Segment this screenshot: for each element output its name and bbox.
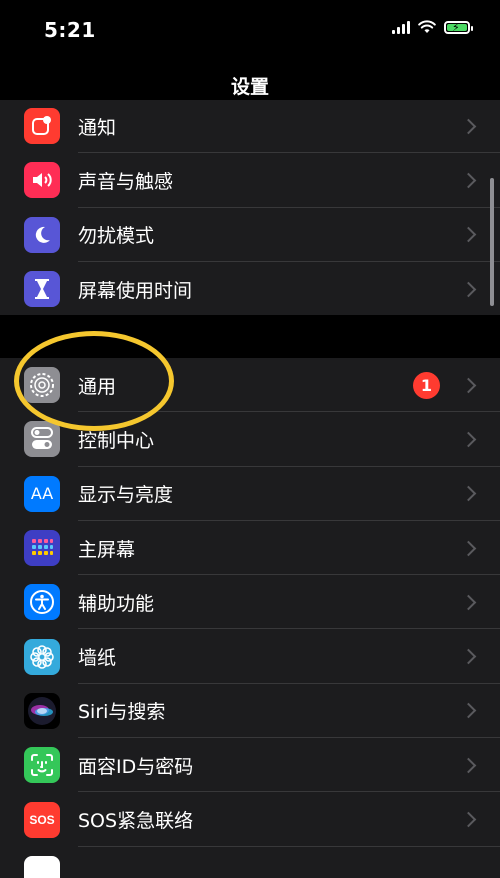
battery-icon: ⚡ [444,20,473,34]
gear-icon [24,367,60,404]
settings-group-2: 通用 1 控制中心 AA 显示与亮度 主屏幕 辅助功能 墙纸 Siri与搜索 面… [0,358,500,878]
settings-row-faceid[interactable]: 面容ID与密码 [0,738,500,793]
status-time: 5:21 [44,18,96,42]
moon-icon [24,216,60,253]
toggle-icon [24,421,60,458]
settings-label: 控制中心 [78,429,155,452]
settings-label: Siri与搜索 [78,701,166,724]
settings-row-display[interactable]: AA 显示与亮度 [0,467,500,521]
settings-row-home-screen[interactable]: 主屏幕 [0,521,500,576]
settings-row-control-center[interactable]: 控制中心 [0,412,500,467]
text-size-icon: AA [24,475,60,512]
settings-label: 声音与触感 [78,170,174,193]
app-grid-icon [24,530,60,567]
settings-group-1: 通知 声音与触感 勿扰模式 屏幕使用时间 [0,100,500,315]
chevron-right-icon [460,703,477,719]
chevron-right-icon [460,431,477,448]
accessibility-icon [24,584,60,621]
settings-row-dnd[interactable]: 勿扰模式 [0,208,500,262]
settings-row-accessibility[interactable]: 辅助功能 [0,575,500,630]
chevron-right-icon [460,281,477,297]
settings-label: 通用 [78,375,117,398]
sos-icon: SOS [24,801,60,838]
chevron-right-icon [460,118,477,134]
status-bar: 5:21 ⚡ [0,0,500,60]
partial-app-icon [24,855,60,878]
wifi-icon [418,20,436,33]
settings-label: SOS紧急联络 [78,810,194,833]
notification-badge: 1 [413,371,440,399]
hourglass-icon [24,271,60,308]
chevron-right-icon [460,485,477,502]
settings-label: 墙纸 [78,647,117,670]
face-id-icon [24,747,60,784]
cellular-signal-icon [392,20,410,34]
chevron-right-icon [460,377,477,393]
notification-icon [24,108,60,145]
chevron-right-icon [460,757,477,773]
siri-icon [24,692,60,729]
settings-row-screentime[interactable]: 屏幕使用时间 [0,262,500,315]
speaker-icon [24,162,60,199]
settings-label: 屏幕使用时间 [78,279,193,302]
settings-label: 辅助功能 [78,592,155,615]
flower-icon [24,638,60,675]
settings-label: 面容ID与密码 [78,755,194,778]
settings-row-partial[interactable] [0,847,500,878]
settings-row-general[interactable]: 通用 1 [0,358,500,413]
settings-row-siri[interactable]: Siri与搜索 [0,684,500,739]
settings-label: 通知 [78,116,117,139]
chevron-right-icon [460,811,477,828]
settings-row-sos[interactable]: SOS SOS紧急联络 [0,792,500,847]
settings-label: 勿扰模式 [78,225,155,248]
settings-label: 显示与亮度 [78,484,174,507]
chevron-right-icon [460,540,477,556]
settings-row-sounds[interactable]: 声音与触感 [0,153,500,208]
scroll-indicator[interactable] [490,178,494,306]
chevron-right-icon [460,648,477,665]
settings-row-wallpaper[interactable]: 墙纸 [0,629,500,684]
settings-row-notifications[interactable]: 通知 [0,100,500,154]
page-title: 设置 [230,76,269,98]
chevron-right-icon [460,594,477,611]
chevron-right-icon [460,172,477,189]
status-icons: ⚡ [392,20,473,34]
settings-label: 主屏幕 [78,538,136,561]
chevron-right-icon [460,226,477,243]
